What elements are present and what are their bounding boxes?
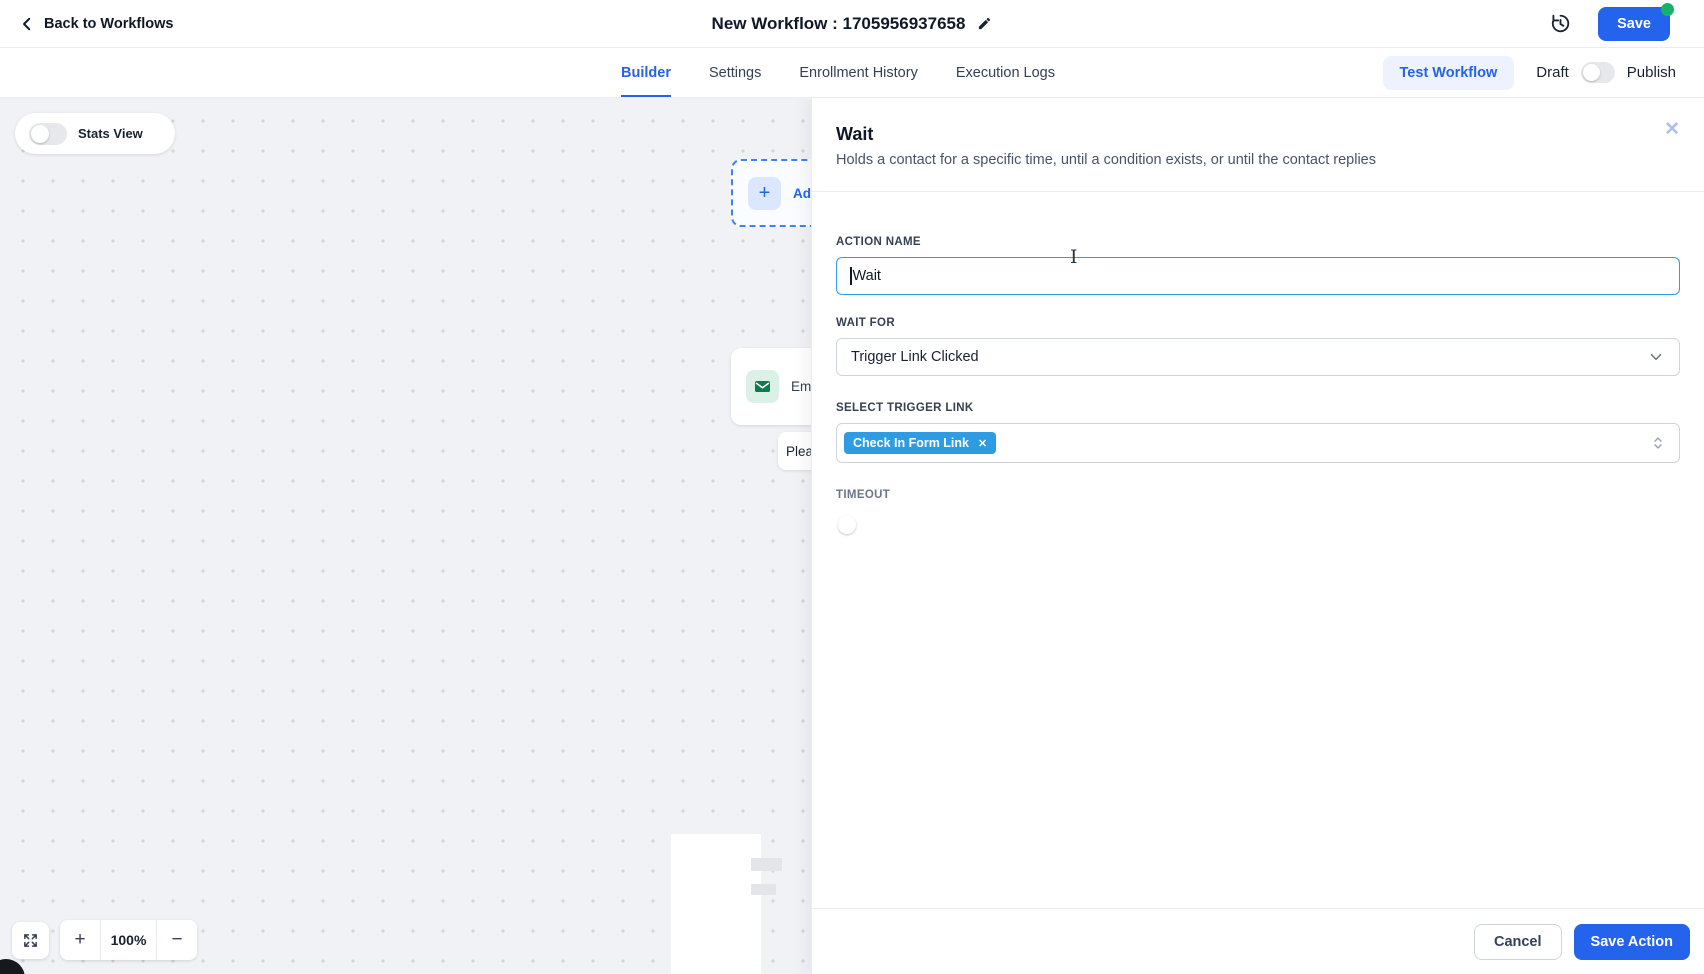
panel-body: ACTION NAME Wait WAIT FOR Trigger Link C… bbox=[812, 192, 1704, 908]
fit-to-screen-button[interactable] bbox=[12, 922, 49, 959]
help-bubble[interactable] bbox=[0, 959, 25, 974]
close-icon: ✕ bbox=[1664, 120, 1680, 139]
zoom-out-button[interactable]: − bbox=[157, 920, 197, 960]
draft-publish-group: Draft Publish bbox=[1536, 62, 1676, 83]
timeout-label: TIMEOUT bbox=[836, 489, 1680, 501]
updown-chevrons-icon bbox=[1649, 434, 1667, 452]
zoom-level: 100% bbox=[100, 920, 157, 960]
skeleton-bar bbox=[751, 858, 782, 871]
stats-view-toggle[interactable] bbox=[29, 123, 67, 145]
select-trigger-link-label: SELECT TRIGGER LINK bbox=[836, 402, 1680, 414]
workflow-title: New Workflow : 1705956937658 bbox=[712, 14, 966, 34]
publish-label: Publish bbox=[1627, 64, 1676, 81]
panel-header: Wait Holds a contact for a specific time… bbox=[812, 98, 1704, 192]
test-workflow-button[interactable]: Test Workflow bbox=[1383, 56, 1515, 90]
tab-builder[interactable]: Builder bbox=[621, 48, 671, 97]
panel-title: Wait bbox=[836, 124, 1680, 145]
workflow-state-controls: Test Workflow Draft Publish bbox=[1055, 48, 1704, 97]
draft-label: Draft bbox=[1536, 64, 1569, 81]
skeleton-bar bbox=[751, 884, 776, 895]
panel-description: Holds a contact for a specific time, unt… bbox=[836, 152, 1680, 168]
panel-footer: Cancel Save Action bbox=[812, 908, 1704, 974]
cancel-button[interactable]: Cancel bbox=[1474, 924, 1562, 960]
stats-view-label: Stats View bbox=[78, 126, 143, 141]
edit-title-pencil-icon[interactable] bbox=[977, 16, 992, 31]
version-history-icon[interactable] bbox=[1549, 12, 1572, 35]
zoom-controls: + 100% − bbox=[60, 920, 197, 960]
unsaved-changes-dot bbox=[1661, 3, 1674, 16]
trigger-link-multiselect[interactable]: Check In Form Link ✕ bbox=[836, 423, 1680, 463]
back-label: Back to Workflows bbox=[44, 16, 173, 32]
wait-for-label: WAIT FOR bbox=[836, 317, 1680, 329]
chevron-left-icon bbox=[18, 15, 36, 33]
tab-bar: Builder Settings Enrollment History Exec… bbox=[0, 48, 1704, 98]
topbar-actions: Save bbox=[1549, 7, 1670, 41]
action-name-value: Wait bbox=[853, 268, 881, 284]
zoom-in-button[interactable]: + bbox=[60, 920, 100, 960]
action-name-label: ACTION NAME bbox=[836, 236, 1680, 248]
action-name-input[interactable]: Wait bbox=[836, 257, 1680, 295]
email-icon bbox=[746, 370, 779, 403]
wait-for-value: Trigger Link Clicked bbox=[851, 349, 979, 365]
save-button[interactable]: Save bbox=[1598, 7, 1670, 41]
trigger-link-chip-label: Check In Form Link bbox=[853, 436, 969, 450]
tab-enrollment-history[interactable]: Enrollment History bbox=[799, 48, 917, 97]
workflow-title-group: New Workflow : 1705956937658 bbox=[0, 14, 1704, 34]
trigger-link-chip: Check In Form Link ✕ bbox=[844, 432, 996, 454]
publish-toggle[interactable] bbox=[1581, 62, 1615, 83]
save-action-button[interactable]: Save Action bbox=[1574, 924, 1690, 960]
top-bar: Back to Workflows New Workflow : 1705956… bbox=[0, 0, 1704, 48]
validation-message-text: Plea bbox=[786, 444, 813, 459]
tab-execution-logs[interactable]: Execution Logs bbox=[956, 48, 1055, 97]
close-panel-button[interactable]: ✕ bbox=[1660, 116, 1684, 143]
wait-for-select[interactable]: Trigger Link Clicked bbox=[836, 338, 1680, 376]
main-area: Stats View + Add Ema Plea bbox=[0, 98, 1704, 974]
stats-view-control: Stats View bbox=[15, 113, 175, 154]
save-button-label: Save bbox=[1617, 16, 1651, 32]
back-to-workflows-button[interactable]: Back to Workflows bbox=[18, 15, 173, 33]
tab-settings[interactable]: Settings bbox=[709, 48, 761, 97]
wait-action-panel: Wait Holds a contact for a specific time… bbox=[811, 98, 1704, 974]
workflow-builder-screen: Back to Workflows New Workflow : 1705956… bbox=[0, 0, 1704, 974]
chevron-down-icon bbox=[1647, 348, 1665, 366]
tabs: Builder Settings Enrollment History Exec… bbox=[621, 48, 1055, 97]
plus-icon: + bbox=[748, 177, 781, 210]
partial-node-card bbox=[671, 834, 761, 974]
chip-remove-icon[interactable]: ✕ bbox=[978, 437, 987, 450]
text-caret bbox=[850, 267, 852, 285]
